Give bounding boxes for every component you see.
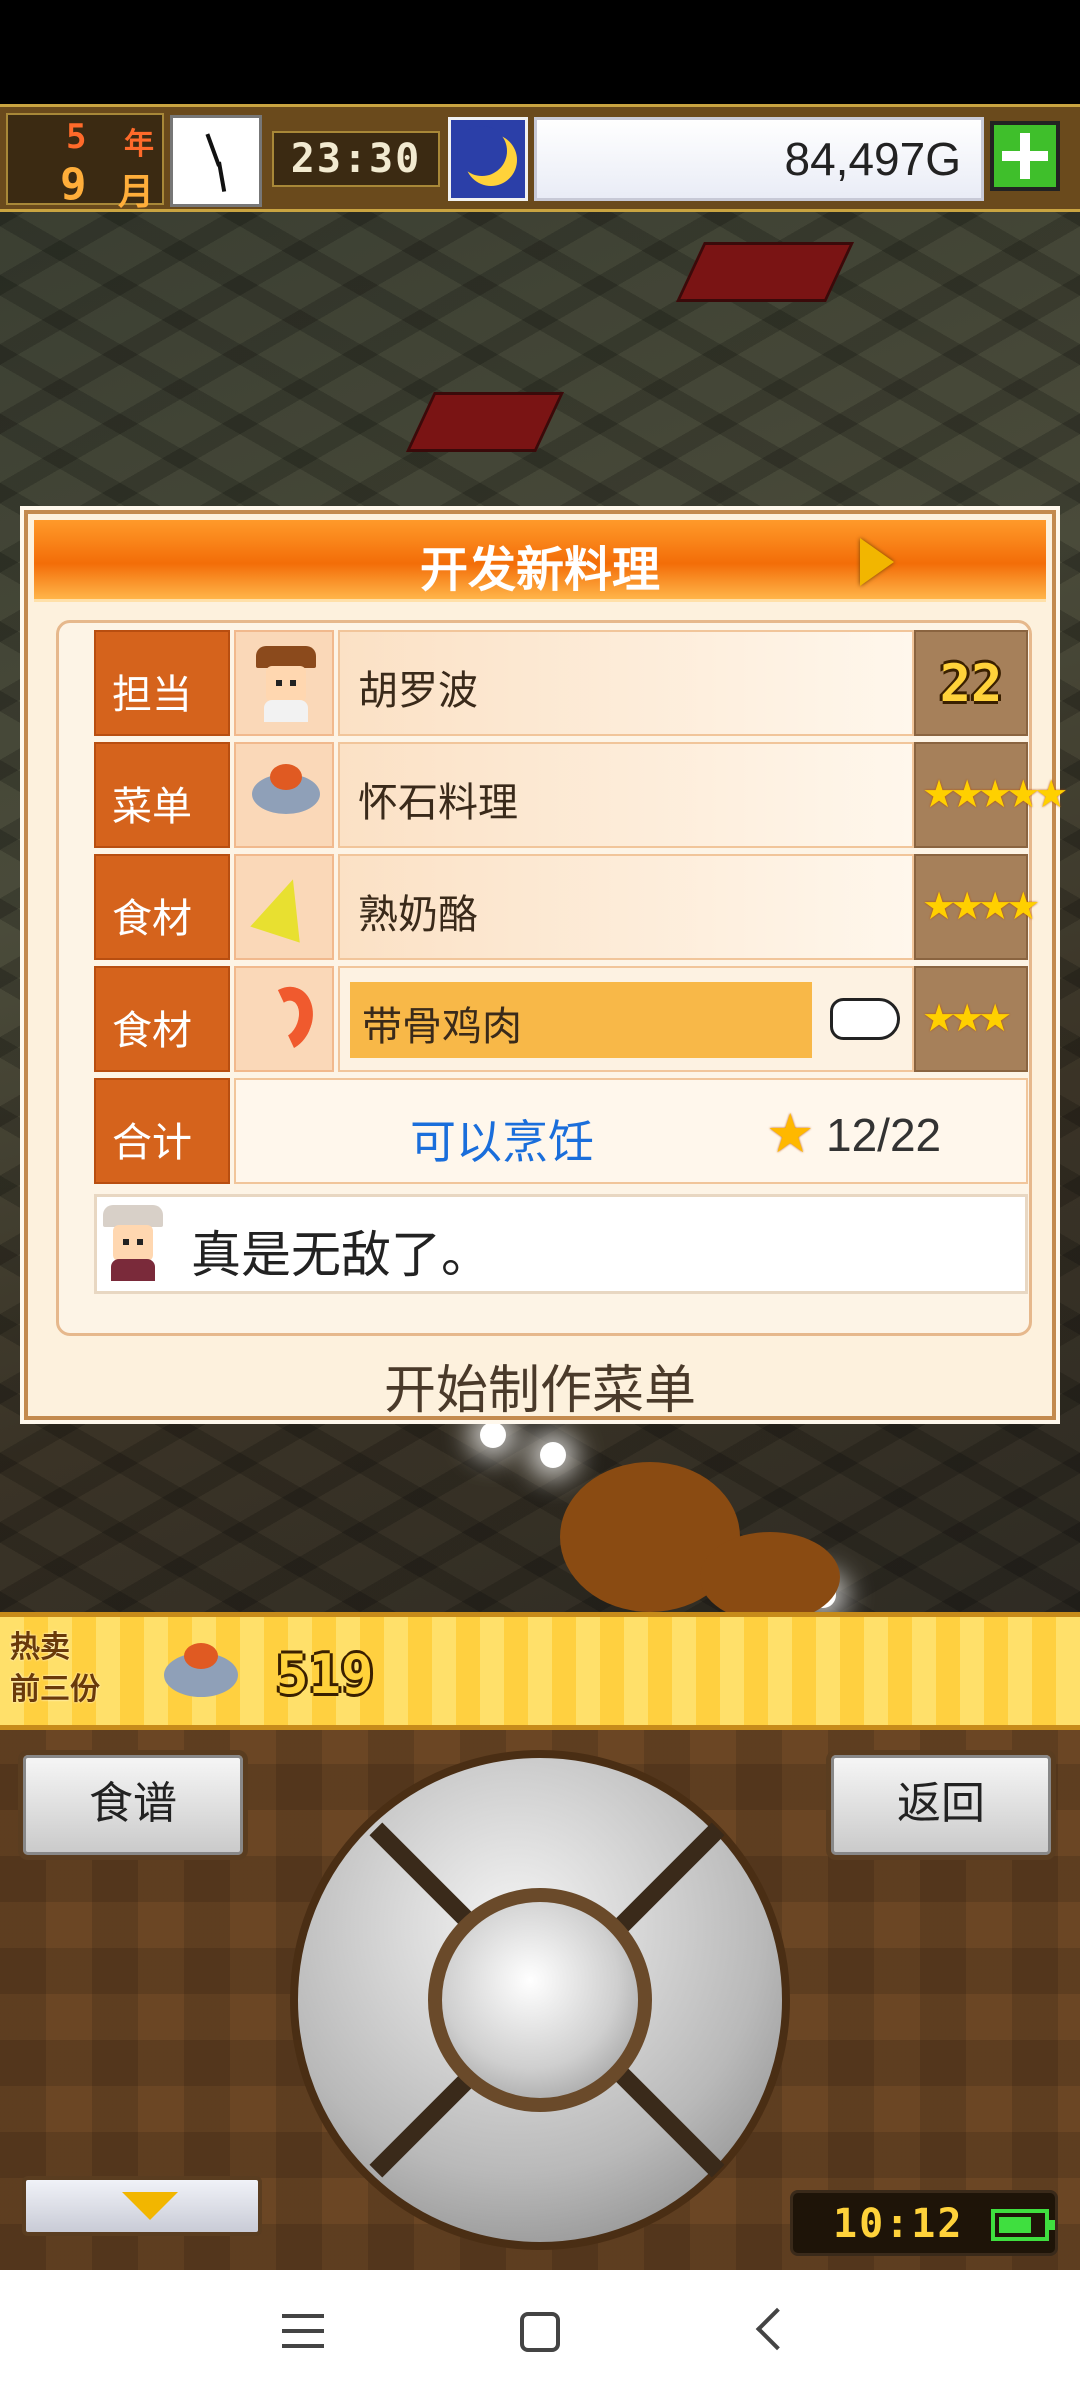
collapse-down-button[interactable]	[22, 2176, 262, 2236]
row-label-box: 担当	[94, 630, 230, 736]
next-arrow-icon[interactable]	[854, 534, 900, 588]
menu-name: 怀石料理	[358, 780, 518, 826]
best-sellers-label-line2: 前三份	[10, 1672, 100, 1707]
system-nav-bar	[0, 2270, 1080, 2400]
best-sellers-label-line1: 热卖	[10, 1630, 70, 1665]
total-score: 12/22	[826, 1109, 942, 1161]
menu-stars-box: ★★★★★	[914, 742, 1068, 848]
year-value: 5	[66, 117, 87, 157]
pointing-hand-icon	[830, 998, 900, 1040]
back-icon[interactable]	[755, 2307, 799, 2351]
chef-level: 22	[939, 654, 1003, 714]
dish-icon	[164, 1643, 238, 1697]
dish-icon	[234, 742, 334, 848]
street-lamp	[540, 1442, 566, 1468]
home-icon[interactable]	[520, 2312, 560, 2352]
ingredient-row-1[interactable]: 食材 熟奶酪 ★★★★	[94, 854, 1040, 964]
ingredient-stars-box: ★★★	[914, 966, 1028, 1072]
row-value-box: 带骨鸡肉	[338, 966, 914, 1072]
money-display: 84,497G	[534, 117, 984, 201]
month-value: 9	[60, 159, 87, 210]
menu-row[interactable]: 菜单 怀石料理 ★★★★★	[94, 742, 1068, 852]
row-value-box: 熟奶酪	[338, 854, 914, 960]
row-label-box: 食材	[94, 854, 230, 960]
ingredient-name: 带骨鸡肉	[362, 1004, 522, 1050]
recipe-button[interactable]: 食谱	[18, 1750, 248, 1860]
scene-table	[676, 242, 854, 302]
scene-table	[406, 392, 564, 452]
row-label-box: 合计	[94, 1078, 230, 1184]
star-icon: ★	[766, 1102, 815, 1165]
drumstick-icon	[234, 966, 334, 1072]
plus-icon[interactable]	[990, 121, 1060, 191]
direction-pad[interactable]	[290, 1750, 790, 2250]
cook-status: 可以烹饪	[410, 1115, 594, 1169]
battery-icon	[991, 2209, 1055, 2241]
ingredient-stars: ★★★★	[922, 884, 1040, 928]
ingredient-stars-box: ★★★★	[914, 854, 1040, 960]
controller-panel: 食谱 返回 10:12	[0, 1730, 1080, 2270]
device-time-display: 10:12	[790, 2190, 1058, 2256]
street-lamp	[480, 1422, 506, 1448]
ingredient-row-2[interactable]: 食材 带骨鸡肉 ★★★	[94, 966, 1028, 1076]
chef-row[interactable]: 担当 胡罗波 22	[94, 630, 1028, 740]
chef-portrait-icon	[234, 630, 334, 736]
best-sellers-label: 热卖 前三份	[10, 1627, 130, 1717]
dialog-title-bar: 开发新料理	[34, 520, 1046, 602]
row-label-box: 菜单	[94, 742, 230, 848]
device-time: 10:12	[833, 2201, 964, 2247]
row-label-box: 食材	[94, 966, 230, 1072]
row-value-box: 怀石料理	[338, 742, 914, 848]
row-label: 食材	[112, 896, 192, 942]
row-label: 菜单	[112, 784, 192, 830]
month-unit: 月	[118, 172, 155, 213]
chef-name: 胡罗波	[358, 668, 478, 714]
row-label: 合计	[112, 1120, 192, 1166]
assistant-message: 真是无敌了。	[94, 1194, 1028, 1294]
money-value: 84,497G	[784, 133, 961, 185]
ingredient-stars: ★★★	[922, 996, 1012, 1040]
best-sellers-count: 519	[276, 1643, 374, 1706]
game-time: 23:30	[272, 131, 440, 187]
status-bar-strip	[0, 0, 1080, 104]
game-hud: 5 年 9 月 23:30 84,497G	[0, 104, 1080, 213]
menu-stars: ★★★★★	[922, 772, 1068, 816]
best-sellers-bar: 热卖 前三份 519	[0, 1612, 1080, 1730]
clock-icon	[170, 115, 262, 207]
ingredient-name: 熟奶酪	[358, 892, 478, 938]
moon-icon	[448, 117, 528, 201]
start-menu-button[interactable]: 开始制作菜单	[28, 1348, 1052, 1423]
chef-level-box: 22	[914, 630, 1028, 736]
date-display: 5 年 9 月	[6, 113, 164, 213]
row-label: 担当	[112, 672, 192, 718]
row-label: 食材	[112, 1008, 192, 1054]
back-button[interactable]: 返回	[826, 1750, 1056, 1860]
total-value-box: 可以烹饪 ★ 12/22	[234, 1078, 1028, 1184]
menu-icon[interactable]	[282, 2314, 324, 2350]
develop-recipe-dialog: 开发新料理 担当 胡罗波 22 菜单 怀石料理 ★★★★★ 食材 熟奶酪 ★★★…	[24, 510, 1068, 1423]
total-row: 合计 可以烹饪 ★ 12/22	[94, 1078, 1028, 1188]
cheese-icon	[234, 854, 334, 960]
row-value-box: 胡罗波	[338, 630, 914, 736]
year-unit: 年	[124, 127, 154, 162]
confirm-button[interactable]	[428, 1888, 652, 2112]
message-text: 真是无敌了。	[191, 1226, 491, 1284]
assistant-portrait-icon	[103, 1201, 165, 1291]
autumn-tree	[700, 1532, 840, 1622]
